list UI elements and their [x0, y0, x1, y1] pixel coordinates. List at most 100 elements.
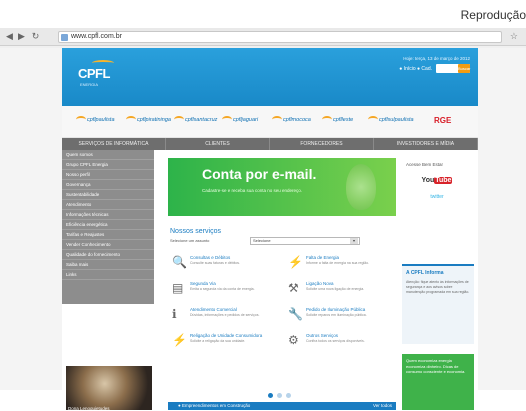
page-background-right	[478, 48, 526, 390]
sidebar-item[interactable]: Qualidade do fornecimento	[62, 250, 154, 260]
banner-subtitle: Cadastre-se e receba sua conta no seu en…	[202, 188, 303, 193]
service-item[interactable]: 🔍 Consultas e Débitos Consulte suas fatura…	[172, 254, 280, 276]
info-panel-title: A CPFL Informa	[406, 270, 444, 276]
follow-heading: Acesse Bem Estar	[406, 162, 444, 167]
search-document-icon: 🔍	[172, 255, 187, 269]
nav-item-3[interactable]: INVESTIDORES E MÍDIA	[374, 138, 478, 150]
service-item[interactable]: ⚙ Outros Serviços Confira todos os serviço…	[288, 332, 396, 354]
plug-icon: ⚡	[172, 333, 187, 347]
youtube-tube-text: Tube	[434, 177, 453, 184]
reload-icon[interactable]: ↻	[30, 31, 41, 42]
brand-logo-1[interactable]: cpflpiratininga	[126, 116, 171, 128]
service-name: Religação de Unidade Consumidora	[190, 333, 263, 338]
logo-subtext: ENERGIA	[80, 82, 99, 87]
service-description: Solicite uma nova ligação de energia.	[306, 287, 365, 291]
twitter-link[interactable]: twitter	[420, 194, 454, 204]
brand-logo-5[interactable]: cpflleste	[322, 116, 353, 128]
browser-toolbar: ◀ ▶ ↻ www.cpfl.com.br ☆	[0, 28, 526, 46]
email-banner[interactable]: Conta por e-mail. Cadastre-se e receba s…	[168, 158, 396, 216]
sidebar-item[interactable]: Links	[62, 270, 154, 280]
star-icon[interactable]: ☆	[510, 31, 518, 42]
info-icon: ℹ	[172, 307, 177, 321]
service-item[interactable]: ▤ Segunda Via Emita a segunda via da conta…	[172, 280, 280, 302]
lightning-icon: ⚡	[288, 255, 303, 269]
brand-logo-4[interactable]: cpflmococa	[272, 116, 311, 128]
service-description: Emita a segunda via da conta de energia.	[190, 287, 255, 291]
services-select-value: Selecione	[253, 238, 271, 243]
chevron-down-icon: ▾	[350, 238, 358, 244]
brand-logo-6[interactable]: cpflsulpaulista	[368, 116, 414, 128]
youtube-logo[interactable]: YouTube	[420, 174, 454, 188]
sidebar-item[interactable]: Atendimento	[62, 200, 154, 210]
service-description: Informe a falta de energia na sua região…	[306, 261, 370, 265]
sidebar-item[interactable]: Eficiência energética	[62, 220, 154, 230]
service-description: Solicite reparos em iluminação pública.	[306, 313, 367, 317]
page-background-left	[0, 48, 62, 390]
site-header: CPFL ENERGIA Hoje: terça, 13 de março de…	[62, 48, 478, 106]
brand-logo-0[interactable]: cpflpaulista	[76, 116, 115, 128]
sidebar-item[interactable]: Governança	[62, 180, 154, 190]
banner-title: Conta por e-mail.	[202, 166, 317, 182]
tree-icon	[346, 164, 376, 210]
brand-logo-2[interactable]: cpflsantacruz	[174, 116, 217, 128]
youtube-you-text: You	[421, 177, 435, 184]
construction-bar[interactable]: ● Empreendimentos em Construção Ver todo…	[168, 402, 396, 410]
sidebar-item[interactable]: Nosso perfil	[62, 170, 154, 180]
sidebar-item[interactable]: Grupo CPFL Energia	[62, 160, 154, 170]
address-bar[interactable]: www.cpfl.com.br	[58, 31, 502, 43]
photo-caption: Dona Lenoquietudes	[68, 406, 110, 411]
service-item[interactable]: ℹ Atendimento Comercial Dúvidas, informaçõ…	[172, 306, 280, 328]
new-connection-icon: ⚒	[288, 281, 299, 295]
service-item[interactable]: ⚡ Religação de Unidade Consumidora Solicit…	[172, 332, 280, 354]
carousel-dot[interactable]	[268, 393, 273, 398]
see-all-link[interactable]: Ver todos	[373, 403, 392, 408]
services-title: Nossos serviços	[170, 228, 221, 235]
brand-logo-7[interactable]: RGE	[434, 116, 451, 128]
sidebar-item[interactable]: Informações técnicas	[62, 210, 154, 220]
sidebar-item[interactable]: Vender Conhecimento	[62, 240, 154, 250]
forward-arrow-icon[interactable]: ▶	[16, 31, 27, 42]
header-search-button[interactable]: Buscar	[458, 64, 470, 73]
service-description: Solicite a religação da sua unidade.	[190, 339, 246, 343]
construction-text: ● Empreendimentos em Construção	[178, 403, 251, 408]
tools-icon: ⚙	[288, 333, 299, 347]
sidebar-item[interactable]: Saiba mais	[62, 260, 154, 270]
browser-window: ◀ ▶ ↻ www.cpfl.com.br ☆ CPFL ENERGIA Hoj…	[0, 28, 526, 411]
caption-text: Reprodução	[460, 8, 526, 22]
sidebar: Quem somos Grupo CPFL Energia Nosso perfil…	[62, 150, 154, 304]
carousel-dots	[268, 393, 298, 399]
right-column: Acesse Bem Estar YouTube twitter A CPFL …	[398, 150, 478, 410]
cpfl-logo[interactable]: CPFL ENERGIA	[78, 60, 114, 88]
image-caption: Reprodução	[0, 0, 526, 24]
service-name: Segunda Via	[190, 281, 216, 286]
service-description: Confira todos os serviços disponíveis.	[306, 339, 365, 343]
page-icon	[61, 34, 68, 41]
services-select[interactable]: Selecione ▾	[250, 237, 360, 245]
nav-item-0[interactable]: SERVIÇOS DE INFORMÁTICA	[62, 138, 166, 150]
service-item[interactable]: ⚡ Falta de Energia Informe a falta de ener…	[288, 254, 396, 276]
brand-logo-3[interactable]: cpfljaguari	[222, 116, 258, 128]
logo-text: CPFL	[78, 66, 110, 81]
header-date: Hoje: terça, 13 de março de 2012	[403, 56, 470, 61]
carousel-dot[interactable]	[286, 393, 291, 398]
sidebar-item[interactable]: Sustentabilidade	[62, 190, 154, 200]
nav-item-2[interactable]: FORNECEDORES	[270, 138, 374, 150]
website-page: CPFL ENERGIA Hoje: terça, 13 de março de…	[62, 48, 478, 411]
sidebar-item[interactable]: Tarifas e Reajustes	[62, 230, 154, 240]
brand-strip: cpflpaulista cpflpiratininga cpflsantacruz…	[62, 106, 478, 138]
service-item[interactable]: ⚒ Ligação Nova Solicite uma nova ligação d…	[288, 280, 396, 302]
green-promo[interactable]: Quem economiza energia economiza dinheir…	[402, 354, 474, 410]
service-name: Ligação Nova	[306, 281, 334, 286]
info-panel-text: Atenção: fique atento às informações de …	[406, 280, 470, 294]
document-icon: ▤	[172, 281, 184, 295]
back-arrow-icon[interactable]: ◀	[4, 31, 15, 42]
nav-item-1[interactable]: CLIENTES	[166, 138, 270, 150]
main-nav: SERVIÇOS DE INFORMÁTICA CLIENTES FORNECEDO…	[62, 138, 478, 150]
header-links[interactable]: ● Início ● Cad.	[399, 66, 432, 72]
address-text: www.cpfl.com.br	[71, 33, 122, 40]
sidebar-item[interactable]: Quem somos	[62, 150, 154, 160]
service-item[interactable]: 🔧 Pedido de Iluminação Pública Solicite re…	[288, 306, 396, 328]
promo-photo[interactable]	[66, 366, 152, 410]
services-select-label: Selecione um assunto	[170, 238, 210, 243]
carousel-dot[interactable]	[277, 393, 282, 398]
